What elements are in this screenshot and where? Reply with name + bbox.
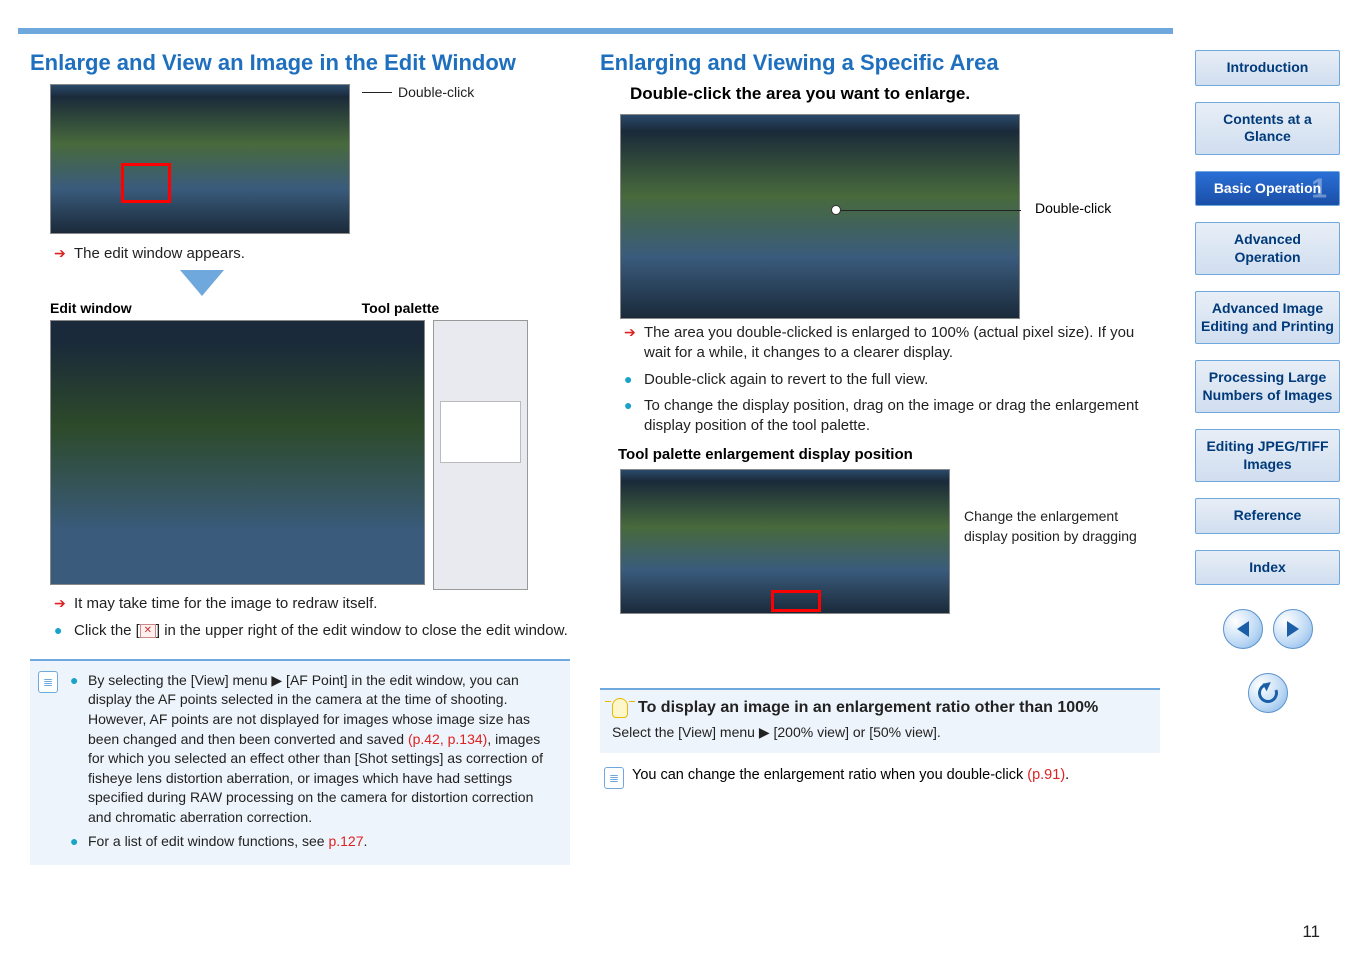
close-note-b: ] in the upper right of the edit window …: [156, 622, 568, 639]
screenshot-main-window: [50, 84, 350, 234]
tip-panel: To display an image in an enlargement ra…: [600, 688, 1160, 753]
right-column: Enlarging and Viewing a Specific Area Do…: [600, 50, 1160, 930]
close-note-text: Click the [✕] in the upper right of the …: [74, 621, 570, 641]
info-item-1: ● By selecting the [View] menu ▶ [AF Poi…: [70, 671, 558, 828]
ratio-note-b: .: [1065, 767, 1069, 783]
info-icon: ≣: [604, 767, 624, 789]
enlarge-result-3: ● To change the display position, drag o…: [624, 396, 1160, 437]
tip-body: Select the [View] menu ▶ [200% view] or …: [612, 724, 1148, 741]
tip-title: To display an image in an enlargement ra…: [638, 699, 1098, 717]
screenshot-tool-palette-pos: [620, 469, 950, 614]
link-p42-p134[interactable]: (p.42, p.134): [408, 731, 487, 747]
nav-editing-jpeg-tiff[interactable]: Editing JPEG/TIFF Images: [1195, 429, 1340, 482]
tool-palette-pos-label: Tool palette enlargement display positio…: [618, 446, 1160, 463]
leader-line: [362, 92, 392, 93]
right-heading: Enlarging and Viewing a Specific Area: [600, 50, 1160, 76]
nav-adv-label: Advanced Operation: [1234, 231, 1301, 265]
link-p127[interactable]: p.127: [328, 833, 363, 849]
chevron-right-icon: [1287, 621, 1299, 637]
tip-heading: To display an image in an enlargement ra…: [612, 698, 1148, 718]
info-item-1-text: By selecting the [View] menu ▶ [AF Point…: [88, 671, 558, 828]
result-arrow-icon: ➔: [54, 244, 68, 263]
page-number: 11: [1302, 922, 1320, 942]
result-arrow-icon: ➔: [54, 594, 68, 613]
drag-note: Change the enlargement display position …: [964, 507, 1144, 546]
nav-processing-large-numbers[interactable]: Processing Large Numbers of Images: [1195, 360, 1340, 413]
bullet-icon: ●: [70, 671, 82, 828]
bullet-icon: ●: [54, 621, 68, 640]
ratio-note: ≣ You can change the enlargement ratio w…: [604, 767, 1160, 789]
target-point-icon: [831, 205, 841, 215]
link-p91[interactable]: (p.91): [1027, 767, 1065, 783]
tool-palette-pos-example: Change the enlargement display position …: [600, 469, 1160, 614]
nav-index[interactable]: Index: [1195, 550, 1340, 586]
enlarge-example: Double-click: [600, 114, 1160, 319]
chapter-nav: Introduction Contents at a Glance Basic …: [1195, 50, 1340, 713]
top-divider: [18, 28, 1173, 34]
nav-basic-operation[interactable]: Basic Operation: [1195, 171, 1340, 207]
left-column: Enlarge and View an Image in the Edit Wi…: [30, 50, 570, 930]
enlarge-result-1: ➔ The area you double-clicked is enlarge…: [624, 323, 1160, 364]
screenshot-tool-palette: [433, 320, 528, 590]
highlight-box: [771, 590, 821, 612]
result-arrow-icon: ➔: [624, 323, 638, 342]
enlarge-result-2: ● Double-click again to revert to the fu…: [624, 370, 1160, 390]
enlarge-result-1-text: The area you double-clicked is enlarged …: [644, 323, 1160, 364]
info2-a: For a list of edit window functions, see: [88, 833, 328, 849]
edit-window-label: Edit window: [50, 300, 132, 316]
bullet-icon: ●: [624, 396, 638, 415]
back-button[interactable]: [1248, 673, 1288, 713]
leader-line: [841, 210, 1021, 211]
screenshot-enlarge-target: [620, 114, 1020, 319]
example-main-window: Double-click: [30, 84, 570, 234]
enlarge-result-2-text: Double-click again to revert to the full…: [644, 370, 1160, 390]
undo-icon: [1254, 680, 1281, 707]
next-page-button[interactable]: [1273, 609, 1313, 649]
highlight-box: [121, 163, 171, 203]
info-panel-left: ≣ ● By selecting the [View] menu ▶ [AF P…: [30, 659, 570, 865]
edit-window-appears-text: The edit window appears.: [74, 244, 570, 264]
screenshot-edit-window: [50, 320, 425, 585]
tool-palette-label: Tool palette: [362, 300, 440, 316]
close-note-a: Click the [: [74, 622, 140, 639]
nav-advanced-operation[interactable]: Advanced Operation: [1195, 222, 1340, 275]
enlarge-result-3-text: To change the display position, drag on …: [644, 396, 1160, 437]
edit-window-row: [30, 320, 570, 590]
prev-page-button[interactable]: [1223, 609, 1263, 649]
bullet-icon: ●: [70, 832, 82, 852]
double-click-text: Double-click: [398, 84, 474, 100]
page-nav-buttons: [1195, 609, 1340, 649]
double-click-text: Double-click: [1035, 200, 1111, 216]
left-heading: Enlarge and View an Image in the Edit Wi…: [30, 50, 570, 76]
nav-contents[interactable]: Contents at a Glance: [1195, 102, 1340, 155]
nav-reference[interactable]: Reference: [1195, 498, 1340, 534]
bullet-icon: ●: [624, 370, 638, 389]
close-note: ● Click the [✕] in the upper right of th…: [54, 621, 570, 641]
flow-arrow-icon: [180, 270, 224, 296]
page-body: Enlarge and View an Image in the Edit Wi…: [30, 50, 1170, 930]
edit-tool-labels: Edit window Tool palette: [50, 300, 570, 316]
redraw-note-text: It may take time for the image to redraw…: [74, 594, 570, 614]
redraw-note: ➔ It may take time for the image to redr…: [54, 594, 570, 614]
chevron-left-icon: [1237, 621, 1249, 637]
right-subheading: Double-click the area you want to enlarg…: [630, 84, 1160, 104]
double-click-callout: Double-click: [362, 84, 474, 100]
nav-advanced-image-editing[interactable]: Advanced Image Editing and Printing: [1195, 291, 1340, 344]
info-icon: ≣: [38, 671, 58, 693]
info-item-2: ● For a list of edit window functions, s…: [70, 832, 558, 852]
ratio-note-a: You can change the enlargement ratio whe…: [632, 767, 1027, 783]
edit-window-appears: ➔ The edit window appears.: [54, 244, 570, 264]
ratio-note-text: You can change the enlargement ratio whe…: [632, 767, 1069, 783]
info2-b: .: [364, 833, 368, 849]
close-icon: ✕: [140, 624, 156, 638]
back-button-row: [1195, 673, 1340, 713]
info-item-2-text: For a list of edit window functions, see…: [88, 832, 367, 852]
nav-introduction[interactable]: Introduction: [1195, 50, 1340, 86]
lightbulb-icon: [612, 698, 628, 718]
